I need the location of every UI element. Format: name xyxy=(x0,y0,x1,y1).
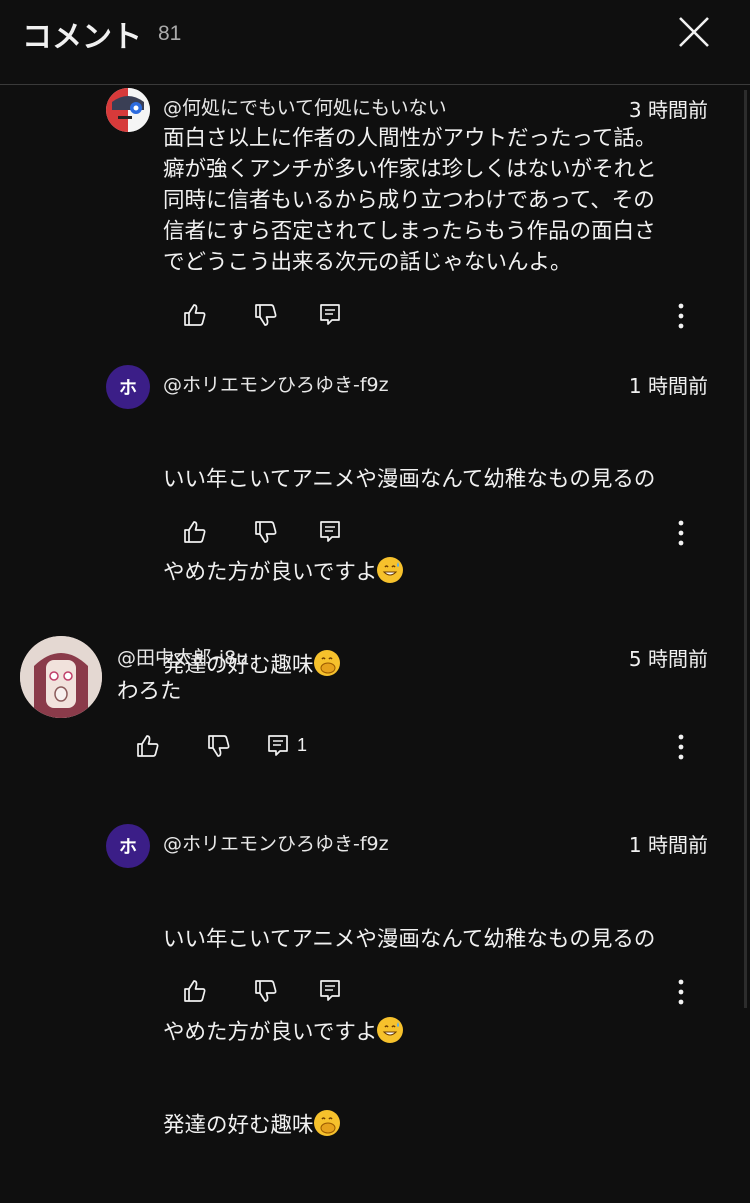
avatar[interactable] xyxy=(106,88,150,132)
thumbs-up-icon[interactable] xyxy=(135,733,161,759)
more-vert-icon[interactable] xyxy=(677,978,685,1006)
comment-time: 1 時間前 xyxy=(628,833,708,857)
comment-time: 3 時間前 xyxy=(628,98,708,122)
thumbs-up-icon[interactable] xyxy=(182,978,208,1004)
avatar-image xyxy=(20,636,102,718)
reply-count[interactable]: 1 xyxy=(297,735,307,756)
grinning-sweat-emoji xyxy=(377,557,404,583)
thumbs-up-icon[interactable] xyxy=(182,302,208,328)
comment-text: 面白さ以上に作者の人間性がアウトだったって話。 癖が強くアンチが多い作家は珍しく… xyxy=(163,126,657,275)
reply-icon[interactable] xyxy=(266,733,292,759)
thumbs-down-icon[interactable] xyxy=(253,519,279,545)
thumbs-down-icon[interactable] xyxy=(253,302,279,328)
comment-actions xyxy=(0,519,750,549)
comments-count: 81 xyxy=(158,22,182,45)
reply-icon[interactable] xyxy=(318,302,344,328)
comment-actions xyxy=(0,302,750,332)
more-vert-icon[interactable] xyxy=(677,519,685,547)
grinning-sweat-emoji xyxy=(377,1017,404,1043)
close-icon[interactable] xyxy=(676,14,712,50)
avatar[interactable]: ホ xyxy=(106,824,150,868)
hand-over-mouth-emoji xyxy=(313,1110,340,1136)
comment-actions: 1 xyxy=(0,733,750,763)
more-vert-icon[interactable] xyxy=(677,302,685,330)
avatar-image xyxy=(106,88,150,132)
thumbs-up-icon[interactable] xyxy=(182,519,208,545)
comment-text-line: いい年こいてアニメや漫画なんて幼稚なもの見るの xyxy=(163,467,656,492)
thumbs-down-icon[interactable] xyxy=(253,978,279,1004)
comment-text: わろた xyxy=(117,679,182,704)
more-vert-icon[interactable] xyxy=(677,733,685,761)
comments-title: コメント xyxy=(22,20,142,55)
avatar[interactable] xyxy=(20,636,102,718)
avatar-letter: ホ xyxy=(119,837,137,857)
reply-icon[interactable] xyxy=(318,978,344,1004)
comment-text-line: やめた方が良いですよ xyxy=(163,1020,378,1045)
comment-author[interactable]: @田中太郎-j8u xyxy=(117,643,248,670)
hand-over-mouth-emoji xyxy=(313,650,340,676)
reply-icon[interactable] xyxy=(318,519,344,545)
comment-author[interactable]: @ホリエモンひろゆき-f9z xyxy=(163,370,389,397)
thumbs-down-icon[interactable] xyxy=(206,733,232,759)
comment-time: 5 時間前 xyxy=(628,647,708,671)
avatar[interactable]: ホ xyxy=(106,365,150,409)
comment-text-line: 発達の好む趣味 xyxy=(163,1113,314,1138)
comment-time: 1 時間前 xyxy=(628,374,708,398)
comment-actions xyxy=(0,978,750,1008)
comment-text: いい年こいてアニメや漫画なんて幼稚なもの見るの やめた方が良いですよ 発達の好む… xyxy=(163,862,733,1203)
comments-header: コメント 81 xyxy=(0,0,750,85)
scrollbar[interactable] xyxy=(744,90,747,1008)
comment-text-line: いい年こいてアニメや漫画なんて幼稚なもの見るの xyxy=(163,927,656,952)
avatar-letter: ホ xyxy=(119,378,137,398)
comment-author[interactable]: @何処にでもいて何処にもいない xyxy=(163,93,447,120)
comment-text-line: やめた方が良いですよ xyxy=(163,560,378,585)
comment-author[interactable]: @ホリエモンひろゆき-f9z xyxy=(163,829,389,856)
